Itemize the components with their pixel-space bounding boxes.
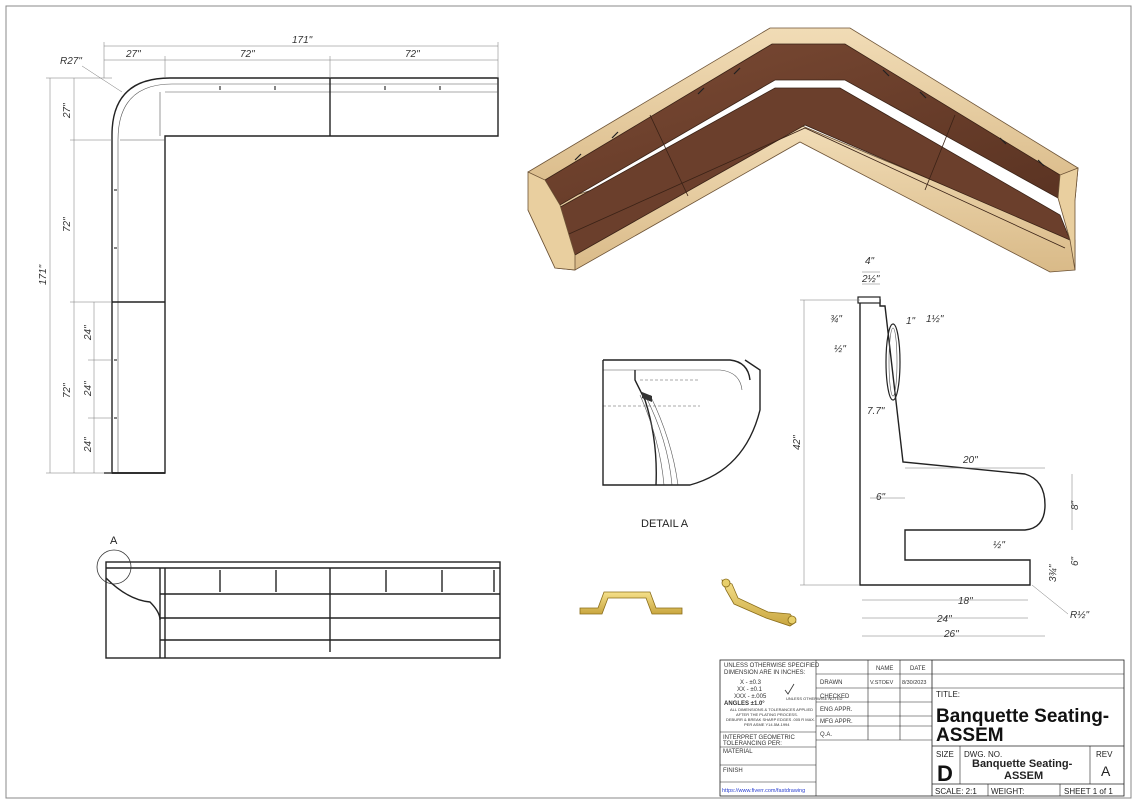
handle-parts [579, 578, 797, 627]
detail-callout-label: A [110, 535, 118, 547]
dim-three-quarter: ¾" [830, 314, 842, 325]
dim-v-overall: 171" [38, 264, 49, 285]
row-mfg-appr: MFG APPR. [820, 719, 853, 725]
dim-42: 42" [792, 435, 803, 450]
dim-1: 1" [906, 316, 916, 327]
detail-label: DETAIL A [641, 518, 689, 530]
tolerance-note-1: UNLESS OTHERWISE SPECIFIED [724, 663, 820, 669]
row-checked: CHECKED [820, 694, 850, 700]
title-line-2: ASSEM [936, 725, 1004, 746]
handle-iso-icon [721, 579, 797, 627]
dim-v-72a: 72" [62, 217, 73, 232]
title-label: TITLE: [936, 690, 960, 699]
sheet-number: SHEET 1 of 1 [1064, 787, 1113, 796]
dim-overall-width: 171" [292, 35, 313, 46]
front-view: A [96, 535, 501, 659]
dim-7-7: 7.7" [867, 406, 885, 417]
dim-8: 8" [1070, 500, 1081, 510]
weight: WEIGHT: [991, 787, 1024, 796]
tol-xx: XX - ±0.1 [737, 687, 763, 693]
dim-3-three-quarter: 3¾" [1048, 564, 1059, 582]
size-label: SIZE [936, 750, 954, 759]
tol-x: X - ±0.3 [740, 680, 762, 686]
dim-6: 6" [876, 492, 886, 503]
dim-2-half: 2½" [861, 274, 880, 285]
dim-6b: 6" [1070, 556, 1081, 566]
title-line-1: Banquette Seating- [936, 706, 1109, 727]
drawn-name: V.STOEV [870, 680, 894, 686]
dwg-line-2: ASSEM [1004, 770, 1043, 782]
handle-front-icon [579, 591, 683, 615]
dim-4: 4" [865, 256, 875, 267]
dim-24: 24" [936, 614, 952, 625]
dim-seg-72a: 72" [240, 49, 255, 60]
dim-seg-72b: 72" [405, 49, 420, 60]
drawn-date: 8/30/2023 [902, 680, 926, 686]
dim-v-72b: 72" [62, 383, 73, 398]
dim-half-a: ½" [834, 344, 846, 355]
dim-v-24b: 24" [83, 381, 94, 397]
scale: SCALE: 2:1 [935, 787, 977, 796]
dim-v-27: 27" [62, 103, 73, 119]
side-section: 4" 2½" ¾" 1" 1½" ½" 7.7" 42" 20" 6" 8" ½… [792, 256, 1090, 640]
drawing-sheet: 171" 27" 72" 72" R27" 171" 27" 72" 72" 2… [5, 5, 1132, 799]
top-view: 171" 27" 72" 72" R27" 171" 27" 72" 72" 2… [38, 35, 499, 474]
dim-v-24a: 24" [83, 325, 94, 341]
isometric-render [527, 27, 1079, 273]
detail-a: DETAIL A [602, 359, 761, 530]
col-name: NAME [876, 666, 893, 672]
dim-half-b: ½" [993, 540, 1005, 551]
dim-radius: R27" [60, 56, 82, 67]
title-block: UNLESS OTHERWISE SPECIFIED DIMENSION ARE… [719, 659, 1125, 797]
finish-label: FINISH [723, 768, 743, 774]
tolerancing-label: TOLERANCING PER: [723, 741, 782, 747]
dim-v-24c: 24" [83, 437, 94, 453]
size-value: D [937, 761, 953, 786]
rev-value: A [1101, 763, 1111, 779]
detail-callout-circle [96, 549, 132, 585]
tol-xxx: XXX - ±.005 [734, 694, 767, 700]
dim-1-half: 1½" [926, 314, 944, 325]
dim-seg-27: 27" [125, 49, 141, 60]
rev-label: REV [1096, 750, 1113, 759]
dim-r-half: R½" [1070, 610, 1090, 621]
top-view-outline [111, 77, 499, 474]
col-date: DATE [910, 666, 926, 672]
dim-26: 26" [943, 629, 959, 640]
fine-print-4: PER ASME Y14.5M-1994 [744, 722, 790, 727]
dim-18: 18" [958, 596, 973, 607]
row-qa: Q.A. [820, 732, 832, 738]
row-eng-appr: ENG APPR. [820, 707, 853, 713]
dwg-line-1: Banquette Seating- [972, 758, 1073, 770]
row-drawn: DRAWN [820, 680, 842, 686]
fiverr-link[interactable]: https://www.fiverr.com/fastdrawing [722, 788, 805, 794]
dim-20: 20" [962, 455, 978, 466]
material-label: MATERIAL [723, 749, 753, 755]
tolerance-note-2: DIMENSION ARE IN INCHES: [724, 670, 806, 676]
